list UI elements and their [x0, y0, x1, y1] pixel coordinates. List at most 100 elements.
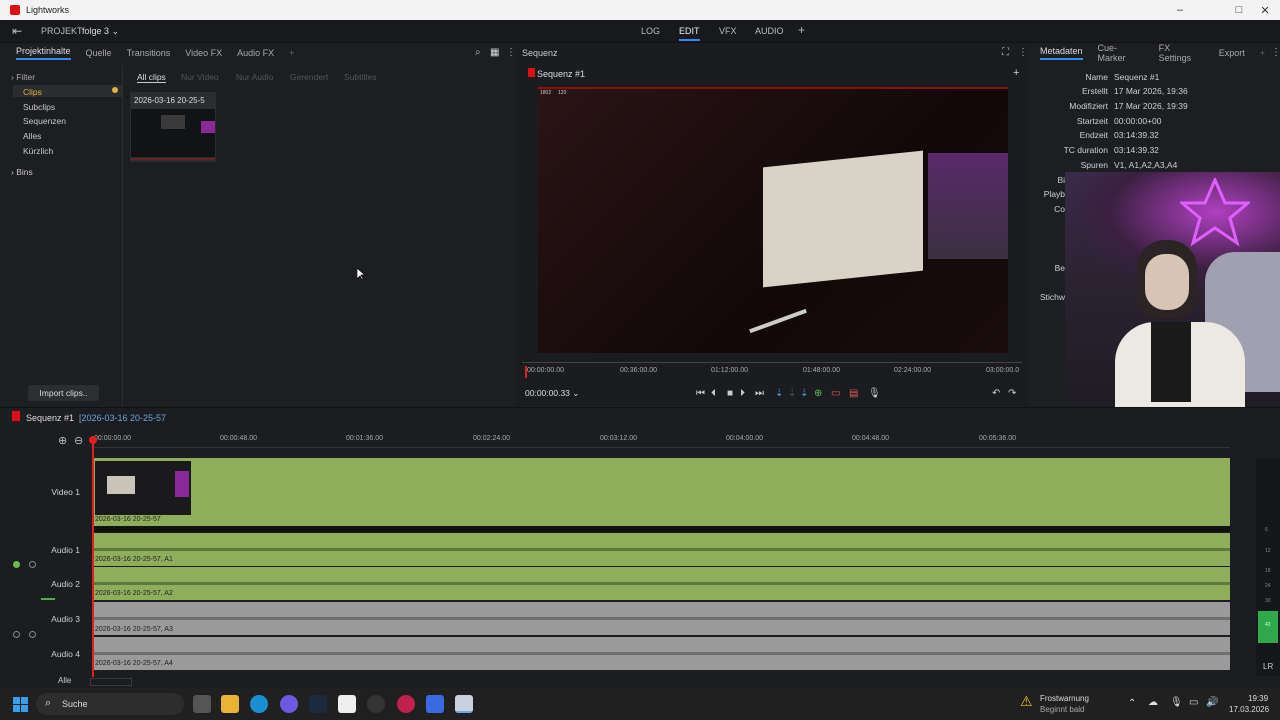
video-clip[interactable] — [93, 458, 1230, 526]
tab-fx-settings[interactable]: FX Settings — [1159, 43, 1204, 63]
tab-audio[interactable]: AUDIO — [755, 26, 784, 36]
clock-date[interactable]: 17.03.2026 — [1229, 705, 1269, 714]
steam-icon[interactable] — [309, 695, 327, 713]
microphone-tray-icon[interactable]: 🎙 — [1170, 697, 1183, 708]
zoom-out-icon[interactable]: ⊖ — [74, 434, 83, 447]
viewer-scrub-bar[interactable] — [522, 362, 1022, 363]
audio-clip-a1[interactable] — [93, 533, 1230, 566]
step-back-icon[interactable]: ⏴ — [711, 388, 716, 399]
track-solo-toggle[interactable] — [29, 631, 36, 638]
go-to-start-icon[interactable]: ⏮ — [696, 388, 705, 399]
add-tab-button[interactable]: + — [798, 23, 805, 37]
network-icon[interactable]: ▭ — [1189, 697, 1198, 708]
playhead-handle[interactable] — [89, 436, 97, 444]
subtab-nur-video[interactable]: Nur Video — [181, 72, 219, 82]
tab-audio-fx[interactable]: Audio FX — [237, 48, 274, 58]
timeline-playhead[interactable] — [92, 437, 94, 677]
zoom-in-icon[interactable]: ⊕ — [58, 434, 67, 447]
undo-icon[interactable]: ↶ — [992, 388, 1000, 399]
timeline-ruler[interactable] — [92, 432, 1230, 448]
mark-in-icon[interactable]: ⇣ — [775, 388, 783, 399]
tree-item-sequenzen[interactable]: Sequenzen — [23, 116, 66, 126]
search-icon[interactable]: ⌕ — [475, 47, 481, 58]
timeline-scrollbar[interactable] — [90, 678, 132, 686]
track-solo-toggle[interactable] — [29, 561, 36, 568]
go-to-end-icon[interactable]: ⏭ — [755, 388, 764, 399]
meta-value-start[interactable]: 00:00:00+00 — [1114, 116, 1162, 126]
tab-metadaten[interactable]: Metadaten — [1040, 46, 1083, 60]
notion-icon[interactable] — [338, 695, 356, 713]
viewer-add-button[interactable]: + — [1013, 67, 1019, 79]
tab-cue-marker[interactable]: Cue-Marker — [1098, 43, 1144, 63]
clip-tile[interactable]: 2026-03-16 20-25-5 — [130, 92, 216, 162]
insert-icon[interactable]: ⊕ — [814, 388, 822, 399]
project-name-dropdown[interactable]: folge 3 ⌄ — [82, 26, 119, 37]
microphone-icon[interactable]: 🎙 — [868, 388, 881, 399]
mark-out-icon[interactable]: ⇣ — [800, 388, 808, 399]
all-tracks-label[interactable]: Alle — [58, 676, 71, 685]
subtab-gerendert[interactable]: Gerendert — [290, 72, 328, 82]
add-browser-tab-button[interactable]: + — [289, 48, 294, 58]
subtab-all-clips[interactable]: All clips — [137, 72, 166, 83]
lightworks-taskbar-icon[interactable] — [455, 695, 473, 713]
tab-video-fx[interactable]: Video FX — [185, 48, 222, 58]
grid-view-icon[interactable]: ▦ — [490, 47, 499, 58]
taskbar-search-box[interactable] — [36, 693, 184, 715]
exit-project-icon[interactable]: ⇤ — [12, 24, 22, 38]
more-options-icon[interactable]: ⋮ — [506, 47, 516, 58]
tray-app-icon[interactable]: ☁ — [1148, 697, 1158, 708]
obs-icon[interactable] — [367, 695, 385, 713]
redo-icon[interactable]: ↷ — [1008, 388, 1016, 399]
weather-title[interactable]: Frostwarnung — [1040, 694, 1089, 703]
tab-projektinhalte[interactable]: Projektinhalte — [16, 46, 71, 60]
audio-clip-a2[interactable] — [93, 567, 1230, 600]
tab-log[interactable]: LOG — [641, 26, 660, 36]
metadata-more-icon[interactable]: ⋮ — [1271, 47, 1280, 58]
tree-item-clips[interactable]: Clips — [23, 87, 42, 97]
edge-browser-icon[interactable] — [250, 695, 268, 713]
audio-clip-a3[interactable] — [93, 602, 1230, 635]
tree-item-kuerzlich[interactable]: Kürzlich — [23, 146, 53, 156]
volume-icon[interactable]: 🔊 — [1206, 697, 1218, 708]
overwrite-icon[interactable]: ▭ — [831, 388, 840, 399]
delete-icon[interactable]: ▤ — [849, 388, 858, 399]
subtab-subtitles[interactable]: Subtitles — [344, 72, 377, 82]
tab-quelle[interactable]: Quelle — [86, 48, 112, 58]
tab-transitions[interactable]: Transitions — [127, 48, 171, 58]
viewer-more-icon[interactable]: ⋮ — [1018, 47, 1028, 58]
tree-item-alles[interactable]: Alles — [23, 131, 41, 141]
tab-vfx[interactable]: VFX — [719, 26, 737, 36]
track-label-audio-3: Audio 3 — [51, 614, 80, 624]
app-icon-blue[interactable] — [426, 695, 444, 713]
tab-edit[interactable]: EDIT — [679, 26, 700, 41]
track-enable-toggle[interactable] — [13, 631, 20, 638]
tray-expand-icon[interactable]: ⌃ — [1128, 698, 1136, 709]
windows-start-icon[interactable] — [13, 697, 28, 712]
minimize-button[interactable]: – — [1165, 0, 1195, 20]
discord-icon[interactable] — [280, 695, 298, 713]
tree-item-subclips[interactable]: Subclips — [23, 102, 55, 112]
play-icon[interactable]: ⏵ — [740, 388, 745, 399]
timecode-display[interactable]: 00:00:00.33 ⌄ — [525, 388, 579, 399]
fullscreen-icon[interactable]: ⛶ — [1002, 47, 1009, 58]
file-explorer-icon[interactable] — [221, 695, 239, 713]
track-enable-toggle[interactable] — [13, 561, 20, 568]
video-preview[interactable]: 1802 120 — [538, 87, 1008, 353]
mark-clear-icon[interactable]: ⇣ — [788, 388, 796, 399]
task-view-icon[interactable] — [193, 695, 211, 713]
close-button[interactable]: ✕ — [1250, 0, 1280, 20]
bins-toggle[interactable]: › Bins — [11, 167, 33, 177]
meta-value-tc-duration: 03:14:39.32 — [1114, 145, 1159, 155]
app-icon-red[interactable] — [397, 695, 415, 713]
meter-label: 6 — [1265, 527, 1268, 533]
clock-time[interactable]: 19:39 — [1248, 694, 1268, 703]
tab-export[interactable]: Export — [1219, 48, 1245, 58]
add-metadata-tab-button[interactable]: + — [1260, 48, 1265, 58]
meta-label-tc-duration: TC duration — [1063, 145, 1108, 155]
audio-clip-a4[interactable] — [93, 637, 1230, 670]
filter-toggle[interactable]: › Filter — [11, 72, 35, 82]
meta-value-name[interactable]: Sequenz #1 — [1114, 72, 1159, 82]
import-clips-button[interactable]: Import clips.. — [28, 385, 99, 401]
stop-icon[interactable]: ■ — [727, 388, 733, 399]
subtab-nur-audio[interactable]: Nur Audio — [236, 72, 273, 82]
